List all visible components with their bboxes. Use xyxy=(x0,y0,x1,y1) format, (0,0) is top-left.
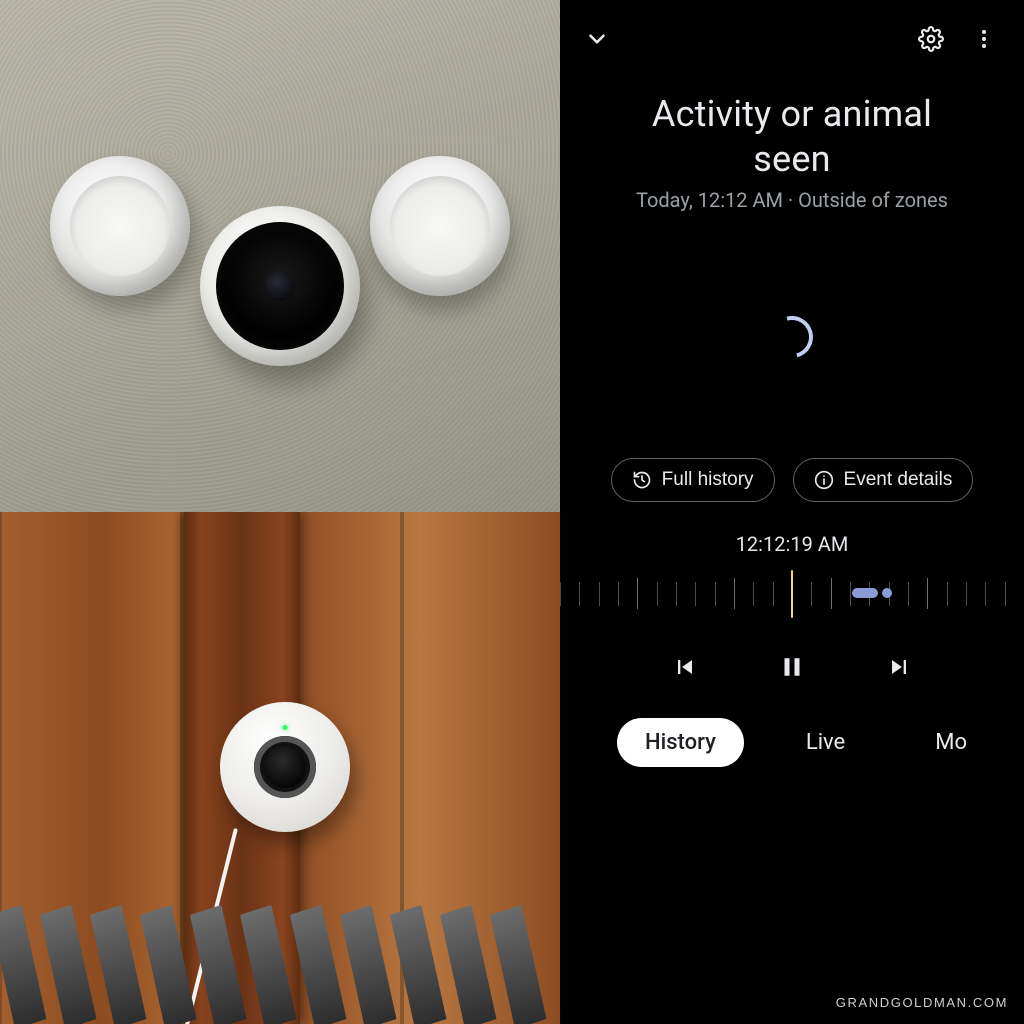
history-icon xyxy=(632,470,652,490)
pause-button[interactable] xyxy=(777,652,807,682)
event-title-line1: Activity or animal xyxy=(652,93,932,135)
camera-lens xyxy=(254,736,316,798)
action-chips-row: Full history Event details xyxy=(560,452,1024,520)
full-history-label: Full history xyxy=(662,469,754,491)
skip-previous-icon xyxy=(671,653,699,681)
product-photo-indoor-cam xyxy=(0,512,560,1024)
overflow-menu-button[interactable] xyxy=(972,27,996,51)
settings-button[interactable] xyxy=(918,26,944,52)
video-preview-area[interactable] xyxy=(560,222,1024,452)
timeline-event-marker[interactable] xyxy=(852,588,878,598)
next-event-button[interactable] xyxy=(885,653,913,681)
event-title: Activity or animal seen xyxy=(560,62,1024,188)
skip-next-icon xyxy=(885,653,913,681)
loading-spinner-icon xyxy=(763,308,820,365)
status-led-icon xyxy=(283,725,288,730)
more-vert-icon xyxy=(972,27,996,51)
floodlight-right xyxy=(357,143,523,309)
event-title-line2: seen xyxy=(753,138,830,180)
event-details-label: Event details xyxy=(844,469,953,491)
product-photo-floodlight xyxy=(0,0,560,512)
chevron-down-icon xyxy=(584,26,610,52)
event-meta: Today, 12:12 AM · Outside of zones xyxy=(560,188,1024,222)
camera-lens xyxy=(216,222,344,350)
tab-live[interactable]: Live xyxy=(778,718,873,767)
collapse-button[interactable] xyxy=(584,26,610,52)
pause-icon xyxy=(777,652,807,682)
playback-timestamp: 12:12:19 AM xyxy=(560,520,1024,564)
view-mode-tabs: History Live Mo xyxy=(560,710,1024,795)
camera-housing xyxy=(200,206,360,366)
rake-foreground xyxy=(0,924,560,1024)
camera-housing xyxy=(220,702,350,832)
floodlight-camera-unit xyxy=(60,146,500,406)
top-bar xyxy=(560,0,1024,62)
floodlight-left xyxy=(41,147,199,305)
full-history-button[interactable]: Full history xyxy=(611,458,775,502)
tab-history[interactable]: History xyxy=(617,718,744,767)
tab-more[interactable]: Mo xyxy=(907,718,967,767)
timeline-scrubber[interactable] xyxy=(560,568,1024,620)
playback-controls xyxy=(560,642,1024,710)
previous-event-button[interactable] xyxy=(671,653,699,681)
event-details-button[interactable]: Event details xyxy=(793,458,974,502)
timeline-playhead[interactable] xyxy=(791,570,793,618)
camera-app-screen: Activity or animal seen Today, 12:12 AM … xyxy=(560,0,1024,1024)
watermark-text: GRANDGOLDMAN.COM xyxy=(836,995,1008,1010)
gear-icon xyxy=(918,26,944,52)
info-icon xyxy=(814,470,834,490)
